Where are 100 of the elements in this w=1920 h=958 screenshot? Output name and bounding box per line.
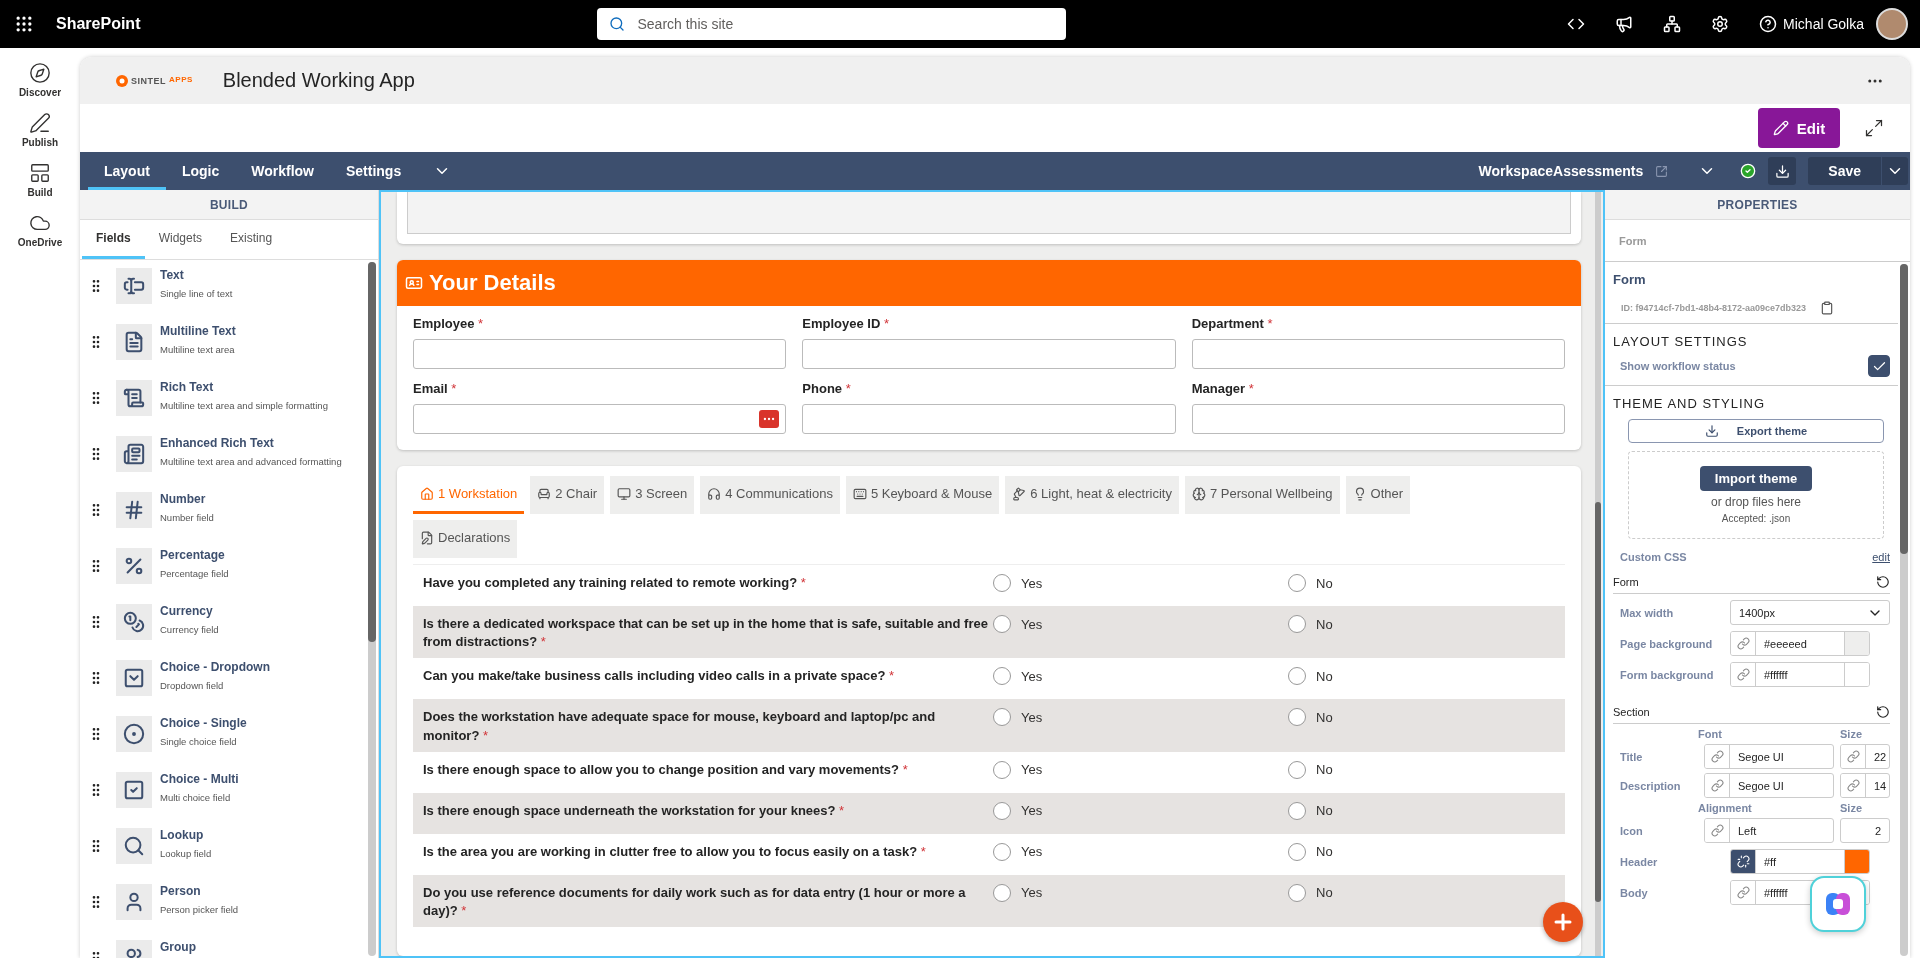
radio-option[interactable]: No [1288,615,1555,633]
scrollbar[interactable] [1595,192,1601,956]
radio-option[interactable]: No [1288,667,1555,686]
section-tab[interactable]: 6 Light, heat & electricity [1005,476,1179,514]
field-type-item[interactable]: Currency Currency field [80,596,366,652]
input-field[interactable] [802,404,1176,434]
copilot-button[interactable] [1810,876,1866,932]
size-field[interactable]: 2 [1840,818,1890,843]
app-launcher-icon[interactable] [14,14,34,34]
radio-option[interactable]: Yes [993,667,1288,686]
section-tab[interactable]: Other [1345,476,1411,514]
rail-item[interactable]: Discover [8,60,72,100]
input-field[interactable] [1191,404,1565,434]
nav-tab[interactable]: Settings [330,152,418,190]
section-tab[interactable]: Declarations [413,520,518,558]
drop-zone[interactable]: Import theme or drop files here Accepted: .json [1628,451,1884,539]
edit-link[interactable]: edit [1872,551,1890,563]
search-field[interactable]: Search this site [597,8,1067,40]
font-field[interactable]: Segoe UI [1704,773,1834,798]
font-field[interactable]: Segoe UI [1704,744,1834,769]
field-type-item[interactable]: Rich Text Multiline text area and simple formatting [80,372,366,428]
field-type-item[interactable]: Choice - Multi Multi choice field [80,764,366,820]
panel-header: PROPERTIES [1605,190,1910,220]
radio-option[interactable]: No [1288,708,1555,727]
download-button[interactable] [1768,157,1797,185]
color-field[interactable]: #eeeeed [1730,631,1870,656]
section-tab[interactable]: 5 Keyboard & Mouse [845,476,1000,514]
group-title: Section [1613,706,1650,718]
input-field[interactable] [1191,339,1565,369]
panel-tab[interactable]: Fields [82,220,145,259]
input-field[interactable] [413,404,787,434]
field-type-name: Multiline Text [160,324,236,338]
breadcrumb: Form [1605,220,1910,262]
color-field[interactable]: #ffffff [1730,662,1870,687]
question-text: Have you completed any training related to remote working? * [423,574,807,592]
reset-icon[interactable] [1876,575,1890,589]
radio-option[interactable]: Yes [993,842,1288,861]
color-field[interactable]: #ff [1730,849,1870,874]
open-list-icon[interactable] [1655,164,1669,178]
scrollbar[interactable] [1900,264,1908,956]
radio-option[interactable]: Yes [993,708,1288,727]
radio-option[interactable]: No [1288,760,1555,779]
size-field[interactable]: 22 [1840,744,1890,769]
panel-tab[interactable]: Existing [216,220,287,259]
field-type-item[interactable]: Choice - Single Single choice field [80,708,366,764]
network-icon[interactable] [1663,15,1682,33]
field-type-item[interactable]: Text Single line of text [80,260,366,316]
rail-item[interactable]: OneDrive [8,210,72,250]
house-icon [420,486,434,501]
field-type-item[interactable]: Lookup Lookup field [80,820,366,876]
accepted-types: Accepted: .json [1721,513,1791,524]
radio-option[interactable]: Yes [993,760,1288,779]
radio-option[interactable]: No [1288,574,1555,592]
radio-option[interactable]: Yes [993,801,1288,820]
scrollbar[interactable] [368,262,376,956]
radio-option[interactable]: No [1288,801,1555,820]
copy-icon[interactable] [1820,301,1835,315]
field-type-item[interactable]: Group [80,932,366,958]
field-type-item[interactable]: Enhanced Rich Text Multiline text area and advanced formatting [80,428,366,484]
settings-icon[interactable] [1711,15,1730,33]
dropdown-icon [123,667,145,689]
field-type-item[interactable]: Choice - Dropdown Dropdown field [80,652,366,708]
field-type-name: Number [160,492,207,506]
drop-hint: or drop files here [1710,495,1801,509]
edit-button[interactable]: Edit [1758,108,1840,148]
nav-tab[interactable]: Workflow [235,152,330,190]
field-type-item[interactable]: Number Number field [80,484,366,540]
input-field[interactable] [413,339,787,369]
radio-option[interactable]: Yes [993,615,1288,633]
rail-item[interactable]: Publish [8,110,72,150]
reset-icon[interactable] [1876,705,1890,719]
expand-icon[interactable] [1864,118,1884,138]
input-field[interactable] [802,339,1176,369]
alignment-field[interactable]: Left [1704,818,1834,843]
field-type-item[interactable]: Percentage Percentage field [80,540,366,596]
dropdown-field[interactable]: 1400px [1730,600,1890,625]
megaphone-icon[interactable] [1615,15,1634,33]
field-type-item[interactable]: Multiline Text Multiline text area [80,316,366,372]
radio-option[interactable]: No [1288,842,1555,861]
section-tab[interactable]: 4 Communications [700,476,840,514]
section-tab[interactable]: 7 Personal Wellbeing [1184,476,1340,514]
help-icon[interactable] [1759,15,1778,33]
setting-label: Page background [1620,637,1714,650]
radio-option[interactable]: Yes [993,883,1288,902]
size-field[interactable]: 14 [1840,773,1890,798]
link-icon [1736,637,1750,650]
avatar[interactable] [1876,8,1908,40]
rail-item[interactable]: Build [8,160,72,200]
radio-option[interactable]: Yes [993,574,1288,592]
list-name: WorkspaceAssessments [1478,163,1644,179]
panel-tab[interactable]: Widgets [144,220,217,259]
export-theme-button[interactable]: Export theme [1628,419,1884,443]
radio-option[interactable]: No [1288,883,1555,902]
nav-tab[interactable]: Logic [165,152,236,190]
field-type-item[interactable]: Person Person picker field [80,876,366,932]
brain-icon [1191,486,1206,501]
section-tab[interactable]: 3 Screen [610,476,695,514]
checkbox[interactable] [1868,355,1890,377]
import-theme-button[interactable]: Import theme [1699,466,1813,491]
section-tab[interactable]: 2 Chair [530,476,605,514]
